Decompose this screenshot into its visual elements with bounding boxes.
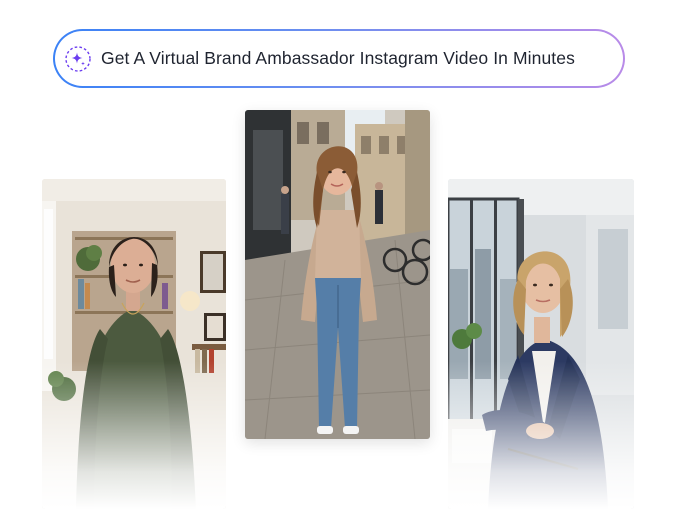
headline-pill-inner: Get A Virtual Brand Ambassador Instagram… xyxy=(55,31,623,86)
headline-text: Get A Virtual Brand Ambassador Instagram… xyxy=(101,48,575,68)
headline-pill[interactable]: Get A Virtual Brand Ambassador Instagram… xyxy=(53,29,625,88)
ambassador-card-office[interactable] xyxy=(448,179,634,509)
ambassador-card-street[interactable] xyxy=(245,110,430,439)
ambassador-photo xyxy=(245,110,430,439)
photo-fade xyxy=(42,360,226,509)
ambassador-card-home-office[interactable] xyxy=(42,179,226,509)
photo-fade xyxy=(448,360,634,509)
sparkles-icon xyxy=(65,45,91,72)
